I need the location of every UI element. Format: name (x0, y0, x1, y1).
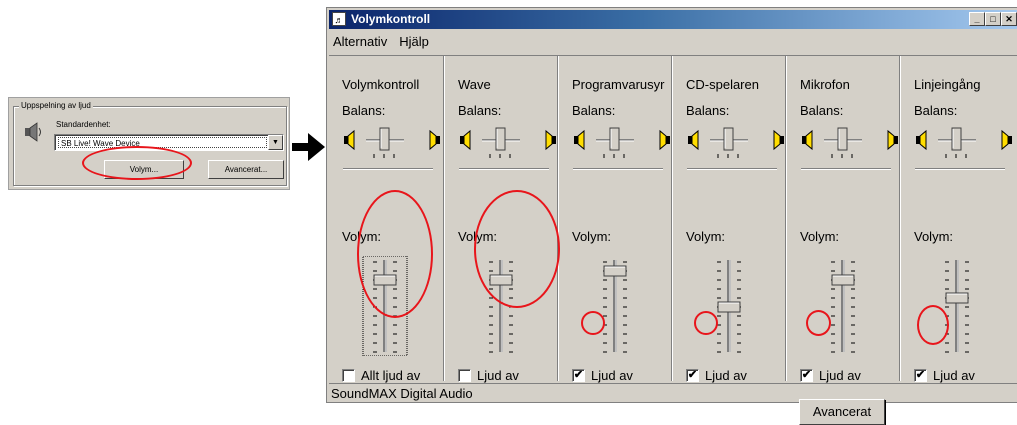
column-title: Programvarusyr (572, 77, 665, 92)
balance-slider[interactable] (914, 126, 1014, 166)
mixer-column: Wave Balans: Volym: Ljud av (445, 56, 559, 383)
balance-label: Balans: (914, 103, 958, 118)
balance-slider[interactable] (458, 126, 558, 166)
mixer-column: Linjeingång Balans: Volym: ✔ Ljud av (901, 56, 1017, 383)
balance-slider[interactable] (686, 126, 786, 166)
device-select-value: SB Live! Wave Device (58, 137, 267, 148)
column-title: Volymkontroll (342, 77, 420, 92)
volume-label: Volym: (800, 229, 840, 244)
column-title: CD-spelaren (686, 77, 759, 92)
mixer-column: Volymkontroll Balans: Volym: Allt ljud av (329, 56, 445, 383)
chevron-down-icon[interactable]: ▼ (268, 135, 283, 150)
speaker-left-icon (460, 129, 471, 151)
speaker-left-icon (688, 129, 699, 151)
mute-checkbox[interactable] (458, 369, 471, 382)
volume-label: Volym: (342, 229, 382, 244)
volume-slider[interactable] (477, 256, 527, 356)
volume-label: Volym: (572, 229, 612, 244)
speaker-right-icon (429, 129, 440, 151)
speaker-right-icon (659, 129, 670, 151)
minimize-button[interactable]: _ (969, 12, 985, 26)
balance-slider[interactable] (342, 126, 442, 166)
status-bar: SoundMAX Digital Audio (329, 383, 1017, 403)
menu-hjalp[interactable]: Hjälp (395, 32, 433, 52)
separator (343, 168, 433, 170)
speaker-left-icon (802, 129, 813, 151)
group-title: Uppspelning av ljud (19, 101, 93, 110)
speaker-left-icon (344, 129, 355, 151)
mixer-column: Mikrofon Balans: Volym: ✔ Ljud av Avancerat (787, 56, 901, 425)
speaker-right-icon (887, 129, 898, 151)
balance-label: Balans: (686, 103, 730, 118)
mixer-panel: Volymkontroll Balans: Volym: Allt ljud av Wa… (329, 55, 1017, 425)
volume-control-window: ♬ Volymkontroll _ □ ✕ Alternativ Hjälp V… (326, 7, 1017, 425)
column-title: Mikrofon (800, 77, 850, 92)
volume-slider[interactable] (591, 256, 641, 356)
balance-slider[interactable] (800, 126, 900, 166)
column-title: Linjeingång (914, 77, 981, 92)
mute-checkbox[interactable]: ✔ (800, 369, 813, 382)
balance-label: Balans: (572, 103, 616, 118)
balance-label: Balans: (458, 103, 502, 118)
separator (687, 168, 777, 170)
mute-checkbox[interactable]: ✔ (572, 369, 585, 382)
standard-device-label: Standardenhet: (56, 120, 111, 129)
volume-slider[interactable] (705, 256, 755, 356)
window-title: Volymkontroll (351, 12, 431, 26)
close-button[interactable]: ✕ (1001, 12, 1017, 26)
balance-slider[interactable] (572, 126, 672, 166)
balance-label: Balans: (342, 103, 386, 118)
volume-label: Volym: (914, 229, 954, 244)
mixer-column: Programvarusyr Balans: Volym: ✔ Ljud av (559, 56, 673, 383)
mute-checkbox-row[interactable]: ✔ Ljud av (800, 368, 861, 383)
mute-checkbox-row[interactable]: Allt ljud av (342, 368, 420, 383)
mute-label: Ljud av (705, 368, 747, 383)
volume-label: Volym: (458, 229, 498, 244)
balance-label: Balans: (800, 103, 844, 118)
playback-group: Uppspelning av ljud Standardenhet: SB Li… (13, 101, 287, 186)
volume-slider[interactable] (361, 256, 411, 356)
menu-alternativ[interactable]: Alternativ (329, 32, 391, 52)
mute-checkbox-row[interactable]: ✔ Ljud av (914, 368, 975, 383)
mute-checkbox-row[interactable]: ✔ Ljud av (686, 368, 747, 383)
separator (915, 168, 1005, 170)
volume-slider[interactable] (933, 256, 983, 356)
volume-slider[interactable] (819, 256, 869, 356)
speaker-right-icon (545, 129, 556, 151)
title-bar[interactable]: ♬ Volymkontroll _ □ ✕ (329, 10, 1017, 29)
arrow-right-icon (292, 133, 325, 161)
mute-label: Ljud av (819, 368, 861, 383)
menu-bar: Alternativ Hjälp (329, 32, 433, 52)
speaker-left-icon (574, 129, 585, 151)
mute-checkbox-row[interactable]: Ljud av (458, 368, 519, 383)
device-select[interactable]: SB Live! Wave Device ▼ (54, 134, 284, 151)
separator (459, 168, 549, 170)
mute-checkbox[interactable] (342, 369, 355, 382)
mute-checkbox[interactable]: ✔ (914, 369, 927, 382)
app-icon: ♬ (332, 12, 346, 26)
mixer-column: CD-spelaren Balans: Volym: ✔ Ljud av (673, 56, 787, 383)
separator (801, 168, 891, 170)
speaker-icon (25, 122, 41, 142)
volume-label: Volym: (686, 229, 726, 244)
mute-checkbox-row[interactable]: ✔ Ljud av (572, 368, 633, 383)
mute-label: Ljud av (477, 368, 519, 383)
volume-button[interactable]: Volym... (104, 160, 184, 179)
column-title: Wave (458, 77, 491, 92)
advanced-button[interactable]: Avancerat... (208, 160, 284, 179)
speaker-right-icon (773, 129, 784, 151)
separator (573, 168, 663, 170)
mute-label: Ljud av (591, 368, 633, 383)
mute-checkbox[interactable]: ✔ (686, 369, 699, 382)
speaker-left-icon (916, 129, 927, 151)
mute-label: Ljud av (933, 368, 975, 383)
speaker-right-icon (1001, 129, 1012, 151)
maximize-button[interactable]: □ (985, 12, 1001, 26)
mute-label: Allt ljud av (361, 368, 421, 383)
audio-playback-snippet: Uppspelning av ljud Standardenhet: SB Li… (8, 97, 290, 190)
